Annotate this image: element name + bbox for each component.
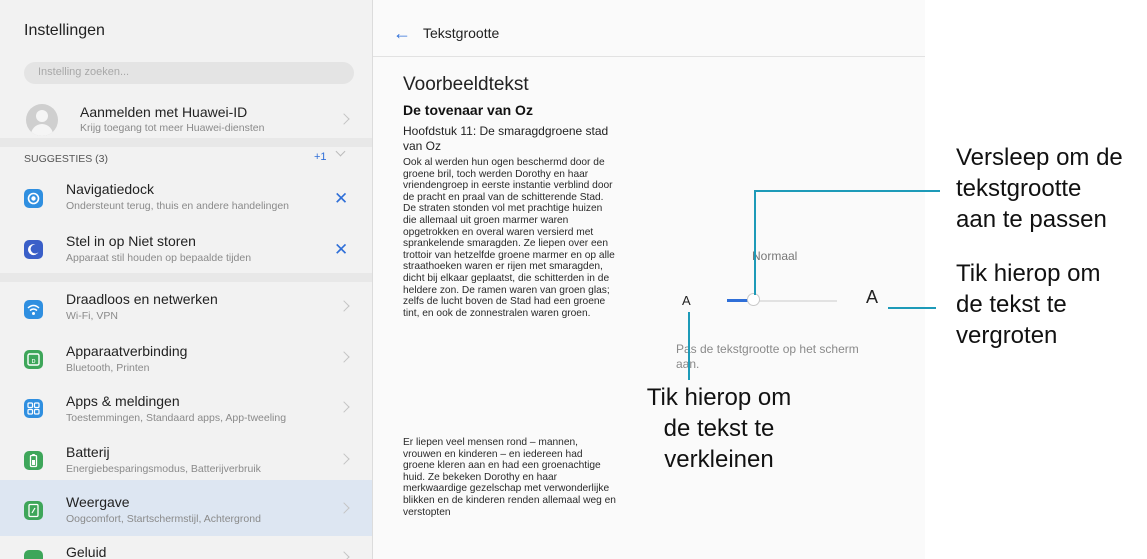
- suggestion-title: Stel in op Niet storen: [66, 233, 196, 249]
- slider-hint: Pas de tekstgrootte op het scherm aan.: [676, 342, 859, 371]
- settings-item-title: Apps & meldingen: [66, 393, 180, 409]
- settings-item-title: Weergave: [66, 494, 130, 510]
- chevron-down-icon[interactable]: [335, 146, 346, 157]
- callout-shrink-line-3: verkleinen: [664, 446, 774, 473]
- callout-enlarge-line-2: de tekst te: [956, 291, 1067, 318]
- search-placeholder: Instelling zoeken...: [38, 66, 130, 78]
- battery-icon: [24, 451, 43, 470]
- suggestion-title: Navigatiedock: [66, 181, 154, 197]
- settings-item-subtitle: Toestemmingen, Standaard apps, App-tweel…: [66, 412, 287, 424]
- header-divider: [373, 56, 925, 57]
- settings-item-weergave[interactable]: Weergave Oogcomfort, Startschermstijl, A…: [0, 480, 372, 536]
- device-screen: Instellingen Instelling zoeken... Aanmel…: [0, 0, 925, 559]
- sample-heading: Voorbeeldtekst: [403, 74, 529, 95]
- callout-shrink-line-1: Tik hierop om: [646, 384, 792, 411]
- apps-icon: [24, 399, 43, 418]
- callout-line-drag: [754, 190, 940, 192]
- settings-item-title: Geluid: [66, 544, 107, 559]
- callout-line-enlarge: [888, 307, 936, 309]
- device-connection-icon: ᴅ: [24, 350, 43, 369]
- slider-value-label: Normaal: [752, 249, 798, 263]
- callout-drag: Versleep om de tekstgrootte aan te passe…: [956, 142, 1123, 235]
- settings-item-subtitle: Oogcomfort, Startschermstijl, Achtergron…: [66, 513, 261, 525]
- account-subtitle: Krijg toegang tot meer Huawei-diensten: [80, 122, 265, 134]
- suggestions-label: SUGGESTIES (3): [24, 153, 109, 165]
- settings-item-subtitle: Energiebesparingsmodus, Batterijverbruik: [66, 463, 261, 475]
- callout-enlarge-line-1: Tik hierop om: [956, 260, 1101, 287]
- settings-item-title: Apparaatverbinding: [66, 343, 188, 359]
- svg-text:ᴅ: ᴅ: [32, 358, 36, 365]
- close-icon[interactable]: ✕: [334, 241, 348, 258]
- sample-chapter: Hoofdstuk 11: De smaragdgroene stad van …: [403, 124, 609, 153]
- suggestion-subtitle: Apparaat stil houden op bepaalde tijden: [66, 252, 252, 264]
- settings-title: Instellingen: [24, 22, 105, 39]
- avatar: [26, 104, 58, 136]
- chevron-right-icon: [338, 351, 350, 363]
- sound-icon: [24, 550, 43, 559]
- display-icon: [24, 501, 43, 520]
- callout-drag-line-1: Versleep om de: [956, 144, 1123, 171]
- account-title: Aanmelden met Huawei-ID: [80, 104, 248, 120]
- settings-item-title: Draadloos en netwerken: [66, 291, 218, 307]
- suggestions-count[interactable]: +1: [314, 151, 327, 163]
- chevron-right-icon: [338, 113, 350, 125]
- wifi-icon: [24, 300, 43, 319]
- callout-shrink: Tik hierop om de tekst te verkleinen: [626, 382, 812, 475]
- moon-icon: [24, 240, 43, 259]
- callout-shrink-line-2: de tekst te: [663, 415, 775, 442]
- suggestion-subtitle: Ondersteunt terug, thuis en andere hande…: [66, 200, 289, 212]
- callout-enlarge: Tik hierop om de tekst te vergroten: [956, 258, 1101, 351]
- sample-paragraph-2: Er liepen veel mensen rond – mannen, vro…: [403, 437, 616, 518]
- settings-item-subtitle: Bluetooth, Printen: [66, 362, 150, 374]
- close-icon[interactable]: ✕: [334, 190, 348, 207]
- decrease-text-button[interactable]: A: [682, 293, 691, 308]
- chevron-right-icon: [338, 551, 350, 559]
- chevron-right-icon: [338, 300, 350, 312]
- callout-drag-line-2: tekstgrootte: [956, 175, 1082, 202]
- callout-line-shrink: [688, 312, 690, 380]
- sample-subheading: De tovenaar van Oz: [403, 102, 533, 118]
- section-divider: [0, 273, 372, 282]
- navigation-dock-icon: [24, 189, 43, 208]
- back-arrow-icon[interactable]: ←: [393, 24, 411, 42]
- page-title: Tekstgrootte: [423, 25, 500, 41]
- settings-panel: Instellingen Instelling zoeken... Aanmel…: [0, 0, 372, 559]
- chevron-right-icon: [338, 502, 350, 514]
- settings-item-subtitle: Wi-Fi, VPN: [66, 310, 118, 322]
- chevron-right-icon: [338, 453, 350, 465]
- callout-line-drag: [754, 190, 756, 295]
- callout-drag-line-3: aan te passen: [956, 206, 1107, 233]
- chevron-right-icon: [338, 401, 350, 413]
- settings-item-title: Batterij: [66, 444, 110, 460]
- section-divider: [0, 138, 372, 147]
- sample-paragraph-1: Ook al werden hun ogen beschermd door de…: [403, 157, 615, 319]
- callout-enlarge-line-3: vergroten: [956, 322, 1058, 349]
- increase-text-button[interactable]: A: [866, 287, 878, 308]
- search-input[interactable]: Instelling zoeken...: [24, 62, 354, 84]
